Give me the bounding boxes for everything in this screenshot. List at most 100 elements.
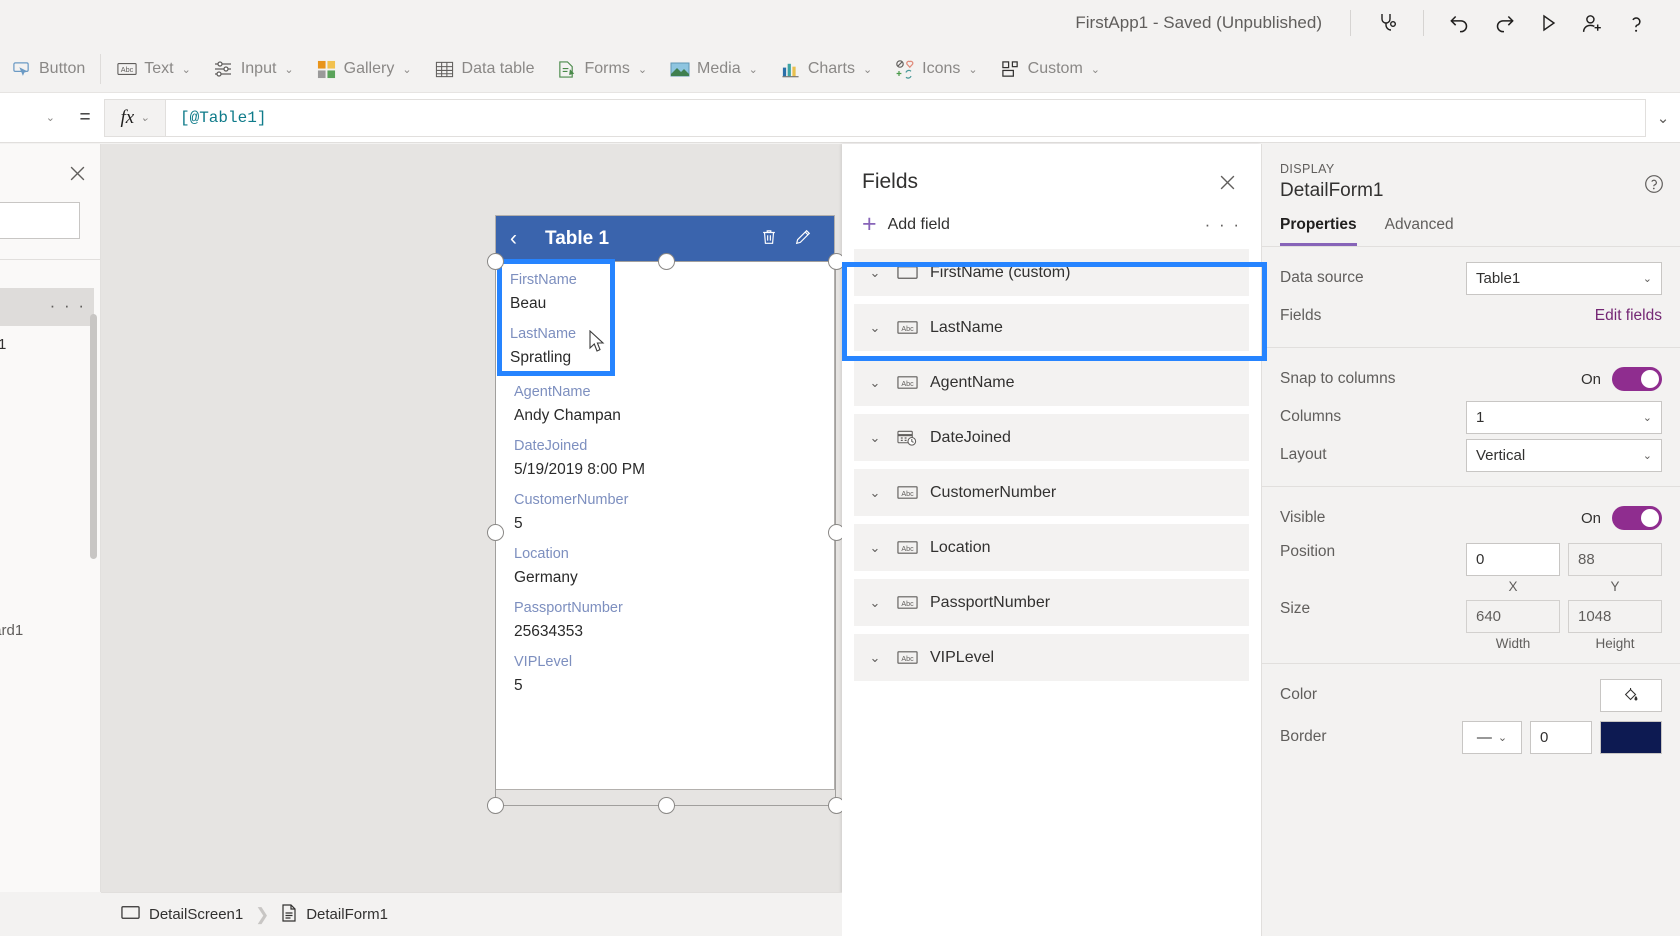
- svg-text:Abc: Abc: [901, 490, 914, 498]
- ribbon-item-custom[interactable]: Custom ⌄: [989, 46, 1111, 93]
- resize-handle-w[interactable]: [487, 524, 504, 541]
- tab-advanced[interactable]: Advanced: [1385, 216, 1454, 246]
- field-row-passportnumber[interactable]: ⌄ Abc PassportNumber: [854, 579, 1249, 626]
- tree-item-label-truncated-1: 1: [0, 336, 6, 353]
- trash-icon[interactable]: [752, 228, 786, 250]
- ribbon-item-media[interactable]: Media ⌄: [658, 46, 769, 93]
- divider: [1350, 10, 1351, 36]
- position-y-input[interactable]: 88: [1568, 543, 1662, 576]
- fields-panel: Fields + Add field · · · ⌄ FirstName (cu…: [842, 144, 1261, 936]
- snap-to-columns-toggle[interactable]: [1612, 367, 1662, 391]
- forms-icon: [556, 59, 577, 80]
- selected-card-firstname[interactable]: FirstName Beau: [510, 270, 602, 315]
- field-row-customernumber[interactable]: ⌄ Abc CustomerNumber: [854, 469, 1249, 516]
- row-border: Border — ⌄ 0: [1280, 718, 1662, 756]
- add-field-button[interactable]: + Add field · · ·: [842, 198, 1261, 249]
- resize-handle-se[interactable]: [828, 797, 842, 814]
- tree-search-input[interactable]: [0, 202, 80, 239]
- fields-overflow-icon[interactable]: · · ·: [1205, 215, 1241, 235]
- field-label: FirstName: [510, 272, 577, 288]
- tab-properties[interactable]: Properties: [1280, 216, 1357, 246]
- ribbon-label: Media: [697, 60, 741, 77]
- undo-icon[interactable]: [1438, 1, 1482, 45]
- chevron-down-icon[interactable]: ⌄: [866, 540, 884, 556]
- abc-text-icon: Abc: [895, 648, 919, 667]
- ribbon-item-input[interactable]: Input ⌄: [202, 46, 305, 93]
- property-selector[interactable]: ⌄: [4, 101, 66, 135]
- chevron-down-icon[interactable]: ⌄: [866, 485, 884, 501]
- border-color-swatch[interactable]: [1600, 720, 1662, 754]
- data-table-icon: [434, 59, 455, 80]
- app-checker-icon[interactable]: [1365, 1, 1409, 45]
- preview-play-icon[interactable]: [1526, 1, 1570, 45]
- size-height-input[interactable]: 1048: [1568, 600, 1662, 633]
- row-layout: Layout Vertical ⌄: [1280, 436, 1662, 474]
- resize-handle-s[interactable]: [658, 797, 675, 814]
- tree-scrollbar[interactable]: [90, 314, 97, 559]
- chevron-down-icon[interactable]: ⌄: [866, 595, 884, 611]
- app-canvas[interactable]: ‹ Table 1 FirstName Beau: [101, 144, 842, 892]
- size-width-input[interactable]: 640: [1466, 600, 1560, 633]
- formula-input[interactable]: [@Table1]: [166, 98, 1646, 137]
- close-icon[interactable]: [1211, 166, 1243, 198]
- data-source-select[interactable]: Table1 ⌄: [1466, 261, 1662, 295]
- field-row-viplevel[interactable]: ⌄ Abc VIPLevel: [854, 634, 1249, 681]
- resize-handle-e[interactable]: [828, 524, 842, 541]
- ribbon-item-data-table[interactable]: Data table: [423, 46, 546, 93]
- chevron-down-icon[interactable]: ⌄: [866, 650, 884, 666]
- fx-button[interactable]: fx ⌄: [104, 98, 166, 137]
- breadcrumb-item-detailscreen1[interactable]: DetailScreen1: [115, 905, 249, 924]
- ribbon-item-forms[interactable]: Forms ⌄: [545, 46, 658, 93]
- ribbon-item-charts[interactable]: Charts ⌄: [769, 46, 883, 93]
- border-label: Border: [1280, 728, 1327, 745]
- top-command-bar: FirstApp1 - Saved (Unpublished): [0, 0, 1680, 46]
- resize-handle-n[interactable]: [658, 253, 675, 270]
- redo-icon[interactable]: [1482, 1, 1526, 45]
- layout-select[interactable]: Vertical ⌄: [1466, 438, 1662, 472]
- chevron-down-icon[interactable]: ⌄: [866, 430, 884, 446]
- breadcrumb-item-detailform1[interactable]: DetailForm1: [275, 903, 394, 926]
- row-visible: Visible On: [1280, 499, 1662, 537]
- chevron-left-icon[interactable]: ‹: [510, 227, 536, 251]
- divider: [1423, 10, 1424, 36]
- resize-handle-ne[interactable]: [828, 253, 842, 270]
- screen-rect-icon: [121, 905, 140, 924]
- share-person-icon[interactable]: [1570, 1, 1614, 45]
- field-row-lastname[interactable]: ⌄ Abc LastName: [854, 304, 1249, 351]
- fields-panel-title: Fields: [862, 170, 919, 193]
- edit-fields-link[interactable]: Edit fields: [1595, 307, 1662, 325]
- tree-item-label-truncated-2: aCard1: [0, 622, 24, 639]
- resize-handle-nw[interactable]: [487, 253, 504, 270]
- calendar-clock-icon: [895, 428, 919, 447]
- ribbon-item-gallery[interactable]: Gallery ⌄: [305, 46, 423, 93]
- formula-expand-icon[interactable]: ⌄: [1646, 109, 1680, 127]
- svg-text:Abc: Abc: [901, 600, 914, 608]
- field-row-datejoined[interactable]: ⌄ DateJoined: [854, 414, 1249, 461]
- ribbon-item-text[interactable]: Abc Text ⌄: [105, 46, 202, 93]
- breadcrumb-label: DetailScreen1: [149, 906, 244, 923]
- tree-item-overflow-icon[interactable]: · · ·: [50, 296, 86, 316]
- position-label: Position: [1280, 543, 1336, 560]
- border-style-select[interactable]: — ⌄: [1462, 720, 1522, 754]
- field-row-agentname[interactable]: ⌄ Abc AgentName: [854, 359, 1249, 406]
- fields-list: ⌄ FirstName (custom) ⌄ Abc LastName ⌄ Ab…: [842, 249, 1261, 681]
- field-row-location[interactable]: ⌄ Abc Location: [854, 524, 1249, 571]
- chevron-down-icon[interactable]: ⌄: [866, 375, 884, 391]
- ribbon-item-button[interactable]: Button: [0, 46, 96, 93]
- position-x-input[interactable]: 0: [1466, 543, 1560, 576]
- selected-cards-overlay[interactable]: FirstName Beau LastName Spratling: [497, 259, 615, 376]
- pencil-icon[interactable]: [786, 228, 820, 250]
- close-icon[interactable]: [62, 158, 92, 188]
- visible-toggle[interactable]: [1612, 506, 1662, 530]
- help-icon[interactable]: [1614, 1, 1658, 45]
- fill-bucket-icon[interactable]: [1600, 678, 1662, 712]
- question-circle-icon[interactable]: [1640, 170, 1668, 198]
- chevron-down-icon[interactable]: ⌄: [866, 265, 884, 281]
- field-row-firstname[interactable]: ⌄ FirstName (custom): [854, 249, 1249, 296]
- ribbon-item-icons[interactable]: Icons ⌄: [883, 46, 988, 93]
- chevron-down-icon[interactable]: ⌄: [866, 320, 884, 336]
- layout-label: Layout: [1280, 446, 1327, 463]
- resize-handle-sw[interactable]: [487, 797, 504, 814]
- columns-select[interactable]: 1 ⌄: [1466, 400, 1662, 434]
- border-thickness-input[interactable]: 0: [1530, 720, 1592, 754]
